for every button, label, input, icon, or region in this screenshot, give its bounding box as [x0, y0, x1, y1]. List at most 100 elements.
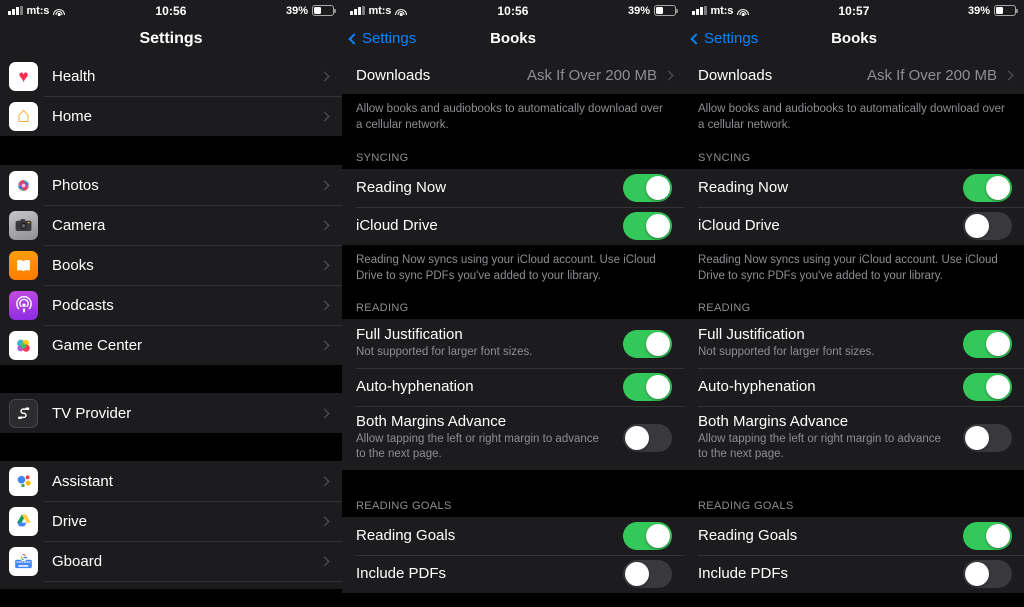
reading-goals-toggle[interactable]	[623, 521, 672, 550]
chevron-right-icon	[319, 408, 330, 418]
sidebar-item-label: Drive	[52, 512, 88, 530]
reading-now-toggle[interactable]	[623, 173, 672, 202]
camera-app-icon	[9, 210, 38, 240]
chevron-right-icon	[319, 260, 330, 270]
battery-icon	[654, 5, 678, 16]
both-margins-row[interactable]: Both Margins Advance Allow tapping the l…	[684, 405, 1024, 470]
group-separator	[0, 433, 342, 461]
icloud-drive-label: iCloud Drive	[698, 217, 780, 235]
chevron-right-icon	[319, 476, 330, 486]
chevron-right-icon	[319, 180, 330, 190]
downloads-row[interactable]: Downloads Ask If Over 200 MB	[684, 56, 1024, 94]
icloud-drive-toggle[interactable]	[963, 211, 1012, 240]
sidebar-item-drive[interactable]: Drive	[0, 501, 342, 541]
reading-goals-row[interactable]: Reading Goals	[684, 516, 1024, 555]
sidebar-item-label: Health	[52, 67, 96, 85]
sidebar-item-health[interactable]: Health	[0, 56, 342, 96]
reading-now-toggle[interactable]	[963, 173, 1012, 202]
icloud-drive-toggle[interactable]	[623, 211, 672, 240]
sidebar-item-gboard[interactable]: Gboard	[0, 541, 342, 581]
full-justification-toggle[interactable]	[623, 329, 672, 358]
both-margins-row[interactable]: Both Margins Advance Allow tapping the l…	[342, 405, 684, 470]
status-bar: mt:s 10:56 39%	[0, 0, 342, 21]
downloads-value: Ask If Over 200 MB	[866, 66, 997, 84]
both-margins-text: Both Margins Advance Allow tapping the l…	[698, 406, 963, 470]
reading-goals-section-header: READING GOALS	[684, 491, 1024, 517]
sidebar-item-label: Gboard	[52, 552, 103, 570]
full-justification-row[interactable]: Full Justification Not supported for lar…	[684, 319, 1024, 368]
full-justification-text: Full Justification Not supported for lar…	[356, 319, 623, 368]
status-bar-right: 39%	[627, 4, 678, 17]
icloud-drive-row[interactable]: iCloud Drive	[342, 206, 684, 245]
chevron-right-icon	[319, 300, 330, 310]
back-button[interactable]: Settings	[690, 30, 758, 47]
three-screenshot-comparison: mt:s 10:56 39% Settings Health Home	[0, 0, 1024, 607]
include-pdfs-row[interactable]: Include PDFs	[684, 554, 1024, 593]
downloads-footnote: Allow books and audiobooks to automatica…	[342, 94, 684, 144]
sidebar-item-photos[interactable]: Photos	[0, 165, 342, 205]
sidebar-item-home[interactable]: Home	[0, 96, 342, 136]
both-margins-label: Both Margins Advance	[698, 412, 849, 430]
chevron-left-icon	[348, 32, 360, 45]
sidebar-item-camera[interactable]: Camera	[0, 205, 342, 245]
full-justification-toggle[interactable]	[963, 329, 1012, 358]
include-pdfs-toggle[interactable]	[623, 559, 672, 588]
full-justification-text: Full Justification Not supported for lar…	[698, 319, 963, 368]
game-center-app-icon	[9, 330, 38, 360]
auto-hyphenation-row[interactable]: Auto-hyphenation	[342, 367, 684, 406]
sidebar-item-label: Podcasts	[52, 296, 114, 314]
reading-section-header: READING	[684, 294, 1024, 320]
chevron-left-icon	[690, 32, 702, 45]
chevron-right-icon	[319, 71, 330, 81]
group-separator	[684, 469, 1024, 492]
reading-goals-toggle[interactable]	[963, 521, 1012, 550]
reading-goals-label: Reading Goals	[356, 527, 456, 545]
battery-percent-label: 39%	[627, 4, 650, 17]
settings-list-screen: mt:s 10:56 39% Settings Health Home	[0, 0, 342, 607]
home-app-icon	[9, 101, 38, 131]
both-margins-sub: Allow tapping the left or right margin t…	[356, 432, 599, 461]
chevron-right-icon	[319, 220, 330, 230]
sidebar-item-assistant[interactable]: Assistant	[0, 461, 342, 501]
downloads-label: Downloads	[698, 66, 773, 84]
full-justification-label: Full Justification	[698, 326, 805, 344]
sidebar-item-podcasts[interactable]: Podcasts	[0, 285, 342, 325]
icloud-drive-row[interactable]: iCloud Drive	[684, 206, 1024, 245]
reading-goals-section-header: READING GOALS	[342, 491, 684, 517]
gboard-app-icon	[9, 546, 38, 576]
reading-now-row[interactable]: Reading Now	[684, 168, 1024, 207]
sidebar-item-label: TV Provider	[52, 404, 132, 422]
sidebar-item-tv-provider[interactable]: TV Provider	[0, 393, 342, 433]
include-pdfs-toggle[interactable]	[963, 559, 1012, 588]
both-margins-toggle[interactable]	[963, 423, 1012, 452]
group-separator	[342, 469, 684, 492]
reading-now-row[interactable]: Reading Now	[342, 168, 684, 207]
books-settings-screen-after: mt:s 10:57 39% Settings Books Downloads …	[684, 0, 1024, 607]
sidebar-item-label: Books	[52, 256, 94, 274]
sidebar-item-partial[interactable]	[0, 581, 342, 589]
include-pdfs-row[interactable]: Include PDFs	[342, 554, 684, 593]
full-justification-row[interactable]: Full Justification Not supported for lar…	[342, 319, 684, 368]
back-button[interactable]: Settings	[348, 30, 417, 47]
sidebar-item-label: Game Center	[52, 336, 143, 354]
sidebar-item-game-center[interactable]: Game Center	[0, 325, 342, 365]
drive-app-icon	[9, 506, 38, 536]
battery-icon	[312, 5, 336, 16]
back-button-label: Settings	[362, 30, 417, 47]
auto-hyphenation-toggle[interactable]	[963, 372, 1012, 401]
auto-hyphenation-toggle[interactable]	[623, 372, 672, 401]
reading-now-label: Reading Now	[356, 179, 447, 197]
status-bar: mt:s 10:56 39%	[342, 0, 684, 21]
auto-hyphenation-row[interactable]: Auto-hyphenation	[684, 367, 1024, 406]
chevron-right-icon	[319, 556, 330, 566]
both-margins-toggle[interactable]	[623, 423, 672, 452]
status-bar: mt:s 10:57 39%	[684, 0, 1024, 21]
photos-app-icon	[9, 170, 38, 200]
chevron-right-icon	[319, 111, 330, 121]
battery-percent-label: 39%	[967, 4, 990, 17]
downloads-row[interactable]: Downloads Ask If Over 200 MB	[342, 56, 684, 94]
reading-goals-row[interactable]: Reading Goals	[342, 516, 684, 555]
sidebar-item-label: Home	[52, 107, 93, 125]
sidebar-item-books[interactable]: Books	[0, 245, 342, 285]
syncing-section-header: SYNCING	[684, 143, 1024, 169]
